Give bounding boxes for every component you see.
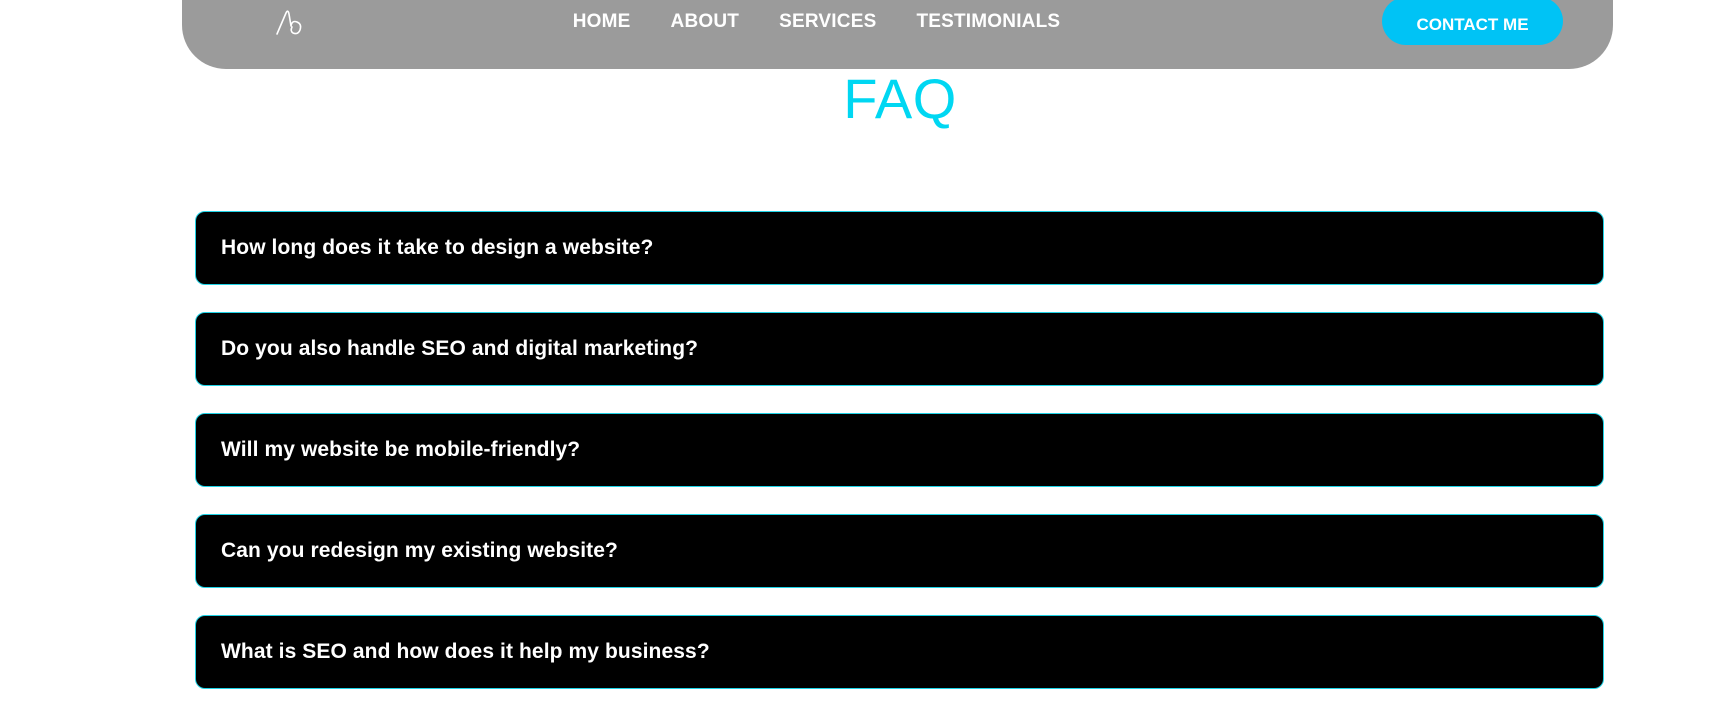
navbar: HOME ABOUT SERVICES TESTIMONIALS CONTACT…	[182, 0, 1613, 69]
main-nav: HOME ABOUT SERVICES TESTIMONIALS	[20, 10, 1613, 34]
nav-link-home[interactable]: HOME	[553, 10, 651, 34]
faq-title: FAQ	[843, 67, 957, 130]
nav-link-services[interactable]: SERVICES	[759, 10, 896, 34]
faq-item[interactable]: What is SEO and how does it help my busi…	[195, 615, 1604, 689]
faq-question: Will my website be mobile-friendly?	[221, 438, 581, 461]
faq-question: How long does it take to design a websit…	[221, 236, 654, 259]
faq-question: Can you redesign my existing website?	[221, 539, 618, 562]
nav-link-about[interactable]: ABOUT	[651, 10, 760, 34]
faq-question: Do you also handle SEO and digital marke…	[221, 337, 699, 360]
faq-item[interactable]: Can you redesign my existing website?	[195, 514, 1604, 588]
nav-link-testimonials[interactable]: TESTIMONIALS	[896, 10, 1080, 34]
faq-list: How long does it take to design a websit…	[195, 211, 1604, 716]
contact-me-button[interactable]: CONTACT ME	[1382, 0, 1563, 45]
faq-item[interactable]: Do you also handle SEO and digital marke…	[195, 312, 1604, 386]
faq-question: What is SEO and how does it help my busi…	[221, 640, 710, 663]
faq-item[interactable]: How long does it take to design a websit…	[195, 211, 1604, 285]
faq-item[interactable]: Will my website be mobile-friendly?	[195, 413, 1604, 487]
